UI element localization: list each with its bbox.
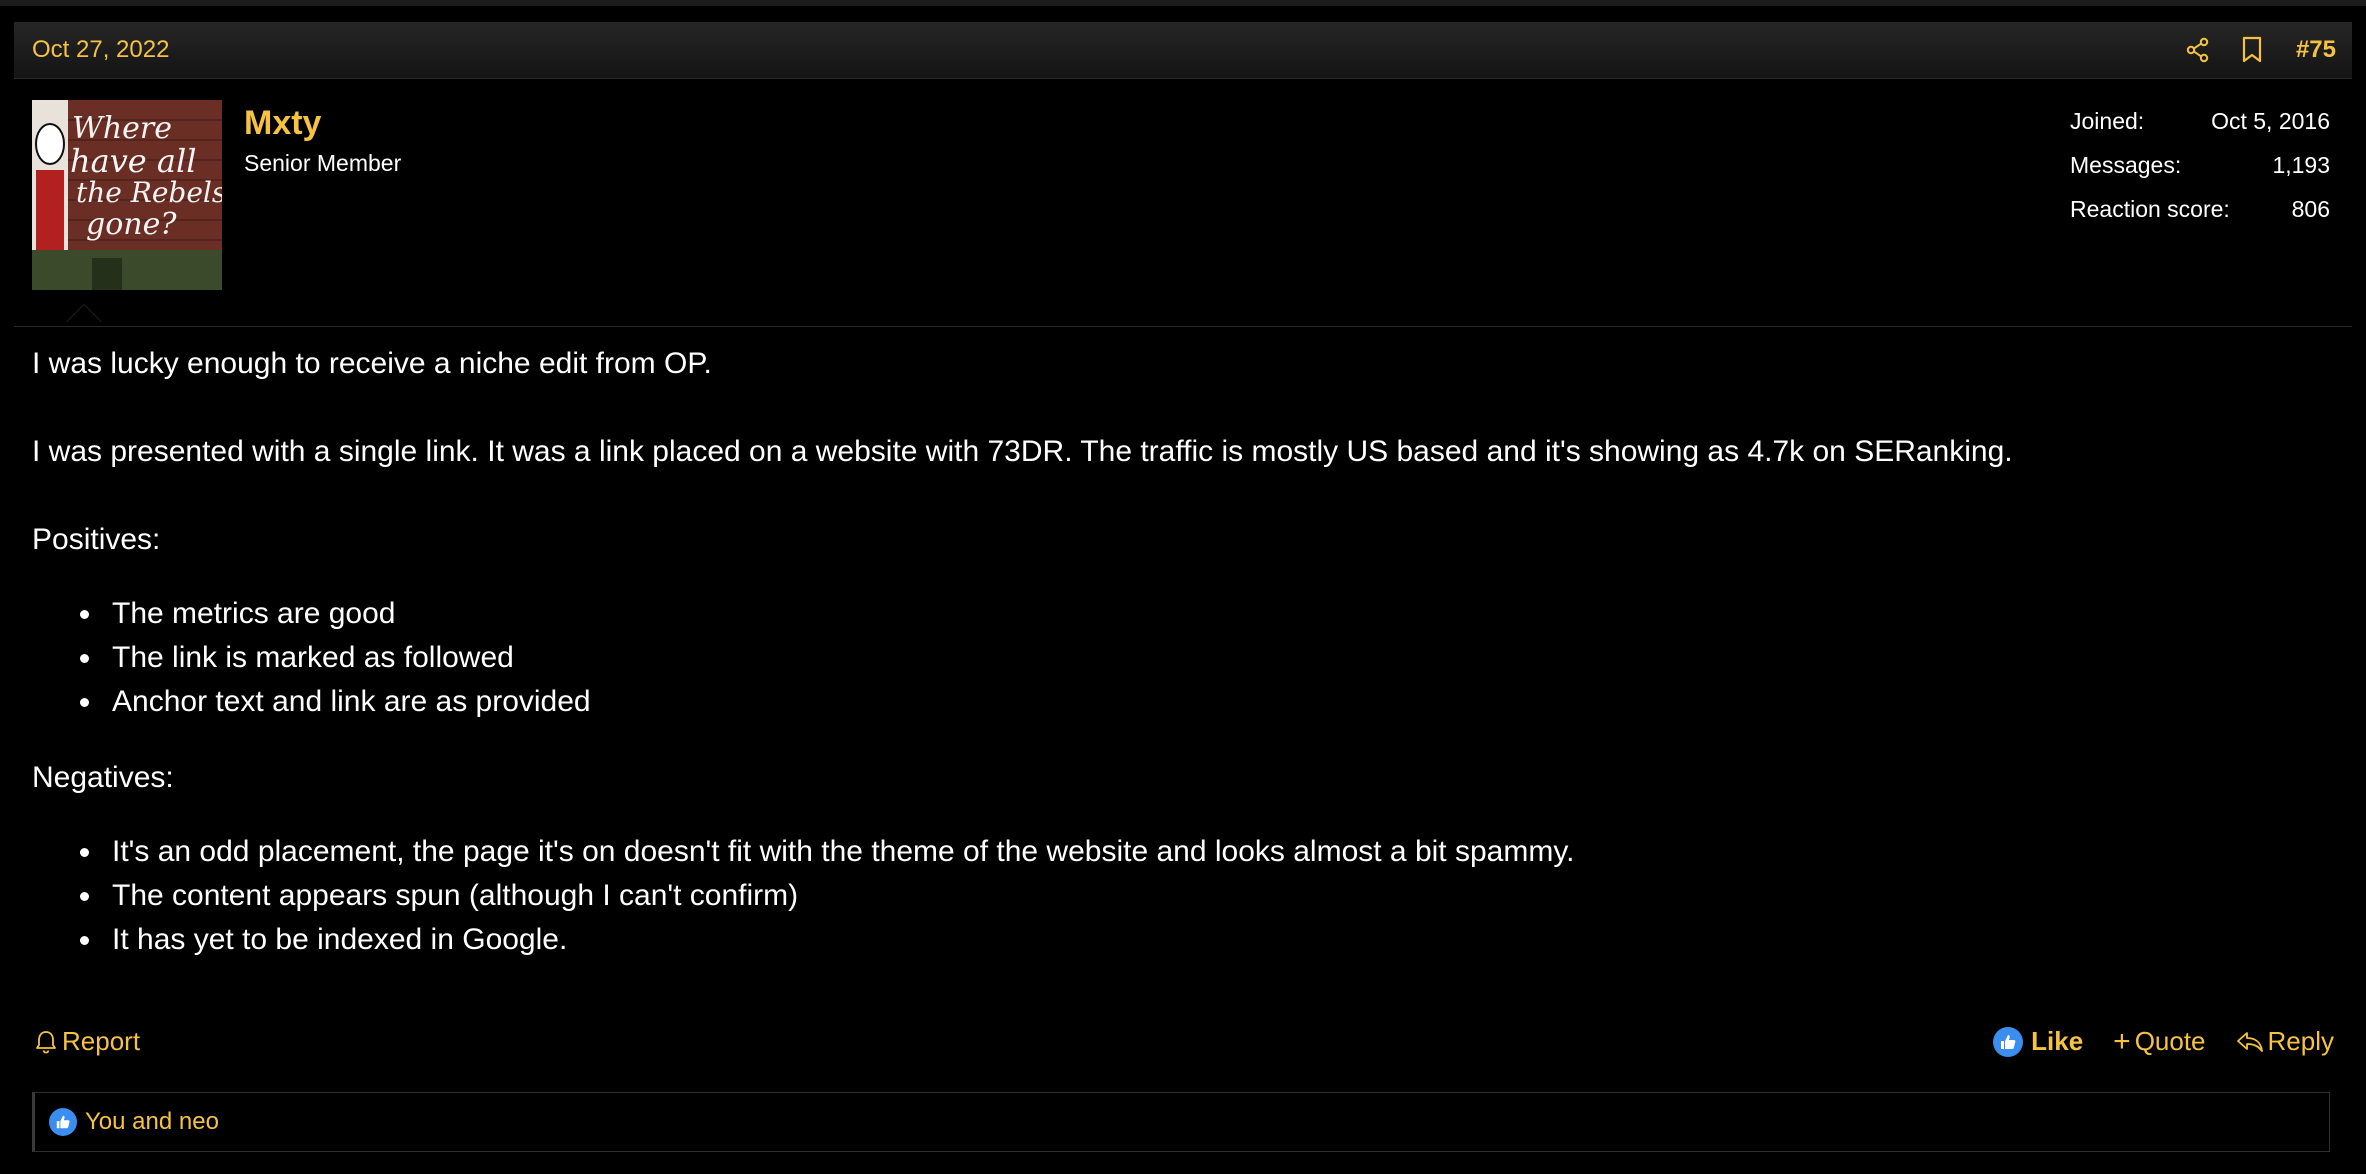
quote-label: Quote xyxy=(2134,1026,2206,1056)
user-extras: Joined: Oct 5, 2016 Messages: 1,193 Reac… xyxy=(2070,106,2330,238)
post-action-bar: Report Like + Quote Reply xyxy=(32,1022,2334,1066)
forum-post: Oct 27, 2022 #75 Where have all the Rebe… xyxy=(14,22,2352,1174)
user-extra-messages: Messages: 1,193 xyxy=(2070,150,2330,194)
list-item: It's an odd placement, the page it's on … xyxy=(32,830,1574,874)
negatives-heading: Negatives: xyxy=(32,761,174,794)
svg-text:the Rebels: the Rebels xyxy=(76,176,222,209)
post-actions-right: Like + Quote Reply xyxy=(1963,1026,2334,1057)
positives-list: The metrics are good The link is marked … xyxy=(32,592,591,724)
reactions-text[interactable]: You and neo xyxy=(85,1108,219,1136)
avatar[interactable]: Where have all the Rebels gone? xyxy=(32,100,222,290)
svg-text:have all: have all xyxy=(70,142,196,180)
bookmark-icon[interactable] xyxy=(2234,32,2270,68)
post-date[interactable]: Oct 27, 2022 xyxy=(32,36,169,64)
report-label: Report xyxy=(62,1026,141,1056)
thumbs-up-icon xyxy=(1993,1026,2024,1057)
list-item: Anchor text and link are as provided xyxy=(32,680,591,724)
svg-text:Where: Where xyxy=(72,111,172,146)
extra-label: Messages: xyxy=(2070,152,2182,178)
plus-icon: + xyxy=(2113,1024,2131,1058)
post-header-tools: #75 xyxy=(2162,32,2336,68)
username-link[interactable]: Mxty xyxy=(244,104,321,143)
user-extra-reaction-score: Reaction score: 806 xyxy=(2070,194,2330,238)
report-button[interactable]: Report xyxy=(34,1026,140,1057)
thumbs-up-icon xyxy=(49,1108,77,1136)
reply-label: Reply xyxy=(2267,1026,2334,1056)
extra-label: Reaction score: xyxy=(2070,196,2230,222)
list-item: The metrics are good xyxy=(32,592,591,636)
like-button[interactable]: Like xyxy=(1993,1026,2083,1057)
reply-icon xyxy=(2236,1031,2263,1052)
avatar-pointer xyxy=(66,304,102,322)
user-extra-joined: Joined: Oct 5, 2016 xyxy=(2070,106,2330,150)
top-rule xyxy=(0,0,2366,6)
positives-heading: Positives: xyxy=(32,523,161,556)
reply-button[interactable]: Reply xyxy=(2236,1026,2334,1057)
post-header: Oct 27, 2022 #75 xyxy=(14,22,2352,79)
svg-text:gone?: gone? xyxy=(86,207,177,242)
user-block: Where have all the Rebels gone? Mxty Sen… xyxy=(14,78,2352,327)
post-number-link[interactable]: #75 xyxy=(2296,36,2336,64)
extra-value: 806 xyxy=(2291,196,2330,222)
quote-button[interactable]: + Quote xyxy=(2113,1026,2205,1057)
extra-value[interactable]: 1,193 xyxy=(2272,150,2330,194)
bell-icon xyxy=(36,1030,56,1054)
negatives-list: It's an odd placement, the page it's on … xyxy=(32,830,1574,962)
reactions-bar[interactable]: You and neo xyxy=(32,1092,2330,1152)
list-item: It has yet to be indexed in Google. xyxy=(32,918,1574,962)
extra-value: Oct 5, 2016 xyxy=(2211,108,2330,134)
like-label: Like xyxy=(2031,1026,2084,1056)
extra-label: Joined: xyxy=(2070,108,2145,134)
user-title: Senior Member xyxy=(244,150,402,176)
list-item: The content appears spun (although I can… xyxy=(32,874,1574,918)
list-item: The link is marked as followed xyxy=(32,636,591,680)
post-paragraph: I was lucky enough to receive a niche ed… xyxy=(32,347,712,380)
post-paragraph: I was presented with a single link. It w… xyxy=(32,435,2013,468)
share-icon[interactable] xyxy=(2180,32,2216,68)
